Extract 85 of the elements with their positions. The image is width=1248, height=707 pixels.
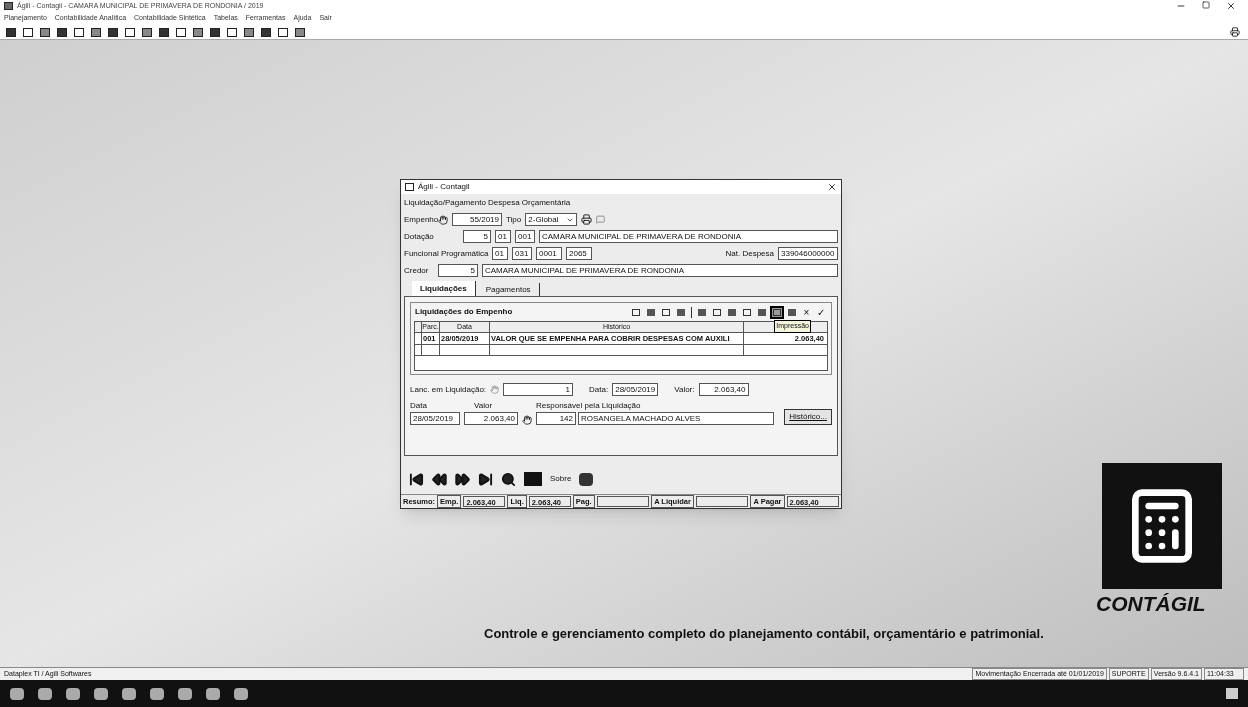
field-label: Nat. Despesa [725, 247, 774, 260]
input-field[interactable]: 01 [495, 230, 511, 243]
input-field[interactable]: 5 [438, 264, 478, 277]
hand-icon[interactable] [522, 415, 532, 425]
tab[interactable]: Liquidações [412, 281, 476, 296]
slogan: Controle e gerenciamento completo do planejamento contábil, orçamentário e patrimonial. [484, 625, 1044, 643]
input-field[interactable]: 2065 [566, 247, 592, 260]
app-icon [4, 2, 13, 10]
field-label: Responsável pela Liquidação [536, 400, 642, 412]
tool-button[interactable] [770, 305, 784, 319]
last-icon[interactable] [478, 471, 493, 487]
toolbar-button[interactable] [123, 25, 137, 39]
dialog-title: Ágili - Contagil [418, 181, 470, 193]
toolbar-button[interactable] [55, 25, 69, 39]
field-label: Funcional Programática [404, 247, 488, 260]
toolbar-button[interactable] [208, 25, 222, 39]
prev-icon[interactable] [432, 471, 447, 487]
input-field[interactable]: 001 [515, 230, 535, 243]
toolbar-button[interactable] [276, 25, 290, 39]
next-icon[interactable] [455, 471, 470, 487]
input-field[interactable]: 0001 [536, 247, 562, 260]
input-field[interactable]: 031 [512, 247, 532, 260]
brand-name: CONTÁGIL [1096, 591, 1206, 617]
historico-button[interactable]: Histórico... [784, 409, 832, 425]
toolbar-button[interactable] [72, 25, 86, 39]
toolbar-button[interactable] [4, 25, 18, 39]
toolbar-button[interactable] [21, 25, 35, 39]
field-label: Data: [589, 383, 609, 396]
field-label: Valor: [674, 383, 695, 396]
input-field[interactable]: 339046000000 [778, 247, 838, 260]
taskbar-icon[interactable] [38, 687, 52, 700]
summary-value [596, 496, 650, 507]
toolbar-button[interactable] [225, 25, 239, 39]
input-field[interactable]: CAMARA MUNICIPAL DE PRIMAVERA DE RONDONIA [539, 230, 838, 243]
taskbar-icon[interactable] [94, 687, 108, 700]
toolbar-button[interactable] [174, 25, 188, 39]
taskbar-icon[interactable] [10, 687, 24, 700]
field-label: Valor [473, 400, 494, 412]
input-field[interactable]: CAMARA MUNICIPAL DE PRIMAVERA DE RONDONIA [482, 264, 838, 277]
taskbar-icon[interactable] [150, 687, 164, 700]
taskbar-icon[interactable] [206, 687, 220, 700]
toolbar-button[interactable] [106, 25, 120, 39]
summary-value [695, 496, 749, 507]
field-label: Data [410, 400, 428, 412]
close-icon[interactable] [1226, 1, 1236, 11]
search-icon[interactable] [501, 471, 516, 487]
input-field[interactable]: 2.063,40 [464, 412, 518, 425]
group-title: Liquidação/Pagamento Despesa Orçamentária [404, 197, 572, 209]
input-field[interactable]: ROSANGELA MACHADO ALVES [578, 412, 775, 425]
taskbar-icon[interactable] [66, 687, 80, 700]
printer-icon[interactable] [1230, 27, 1240, 37]
toolbar-button[interactable] [89, 25, 103, 39]
toolbar-button[interactable] [242, 25, 256, 39]
about-link[interactable]: Sobre [550, 473, 572, 485]
close-icon[interactable] [827, 182, 837, 192]
toolbar-button[interactable] [191, 25, 205, 39]
input-field[interactable]: 2.063,40 [698, 383, 749, 396]
app-icon [405, 183, 414, 191]
input-field[interactable]: 55/2019 [452, 213, 502, 226]
input-field[interactable]: 01 [492, 247, 508, 260]
field-label: Tipo [506, 213, 522, 226]
field-label: Lanc. em Liquidação: [410, 383, 487, 396]
tool-button[interactable]: ✓ [814, 304, 827, 320]
input-field[interactable]: 28/05/2019 [612, 383, 659, 396]
taskbar-icon[interactable] [178, 687, 192, 700]
toolbar-button[interactable] [293, 25, 307, 39]
input-field[interactable]: 1 [503, 383, 574, 396]
maximize-icon[interactable] [1202, 1, 1210, 9]
field-label: Dotação [404, 230, 435, 243]
field-label: Credor [404, 264, 430, 277]
tool-button[interactable]: × [800, 304, 813, 320]
input-field[interactable]: 5 [463, 230, 491, 243]
printer-icon[interactable] [581, 214, 593, 225]
tipo-dropdown[interactable]: 2-Global [525, 213, 578, 226]
hand-icon[interactable] [438, 214, 448, 225]
taskbar-icon[interactable] [234, 687, 248, 700]
input-field[interactable]: 28/05/2019 [410, 412, 460, 425]
toolbar-button[interactable] [259, 25, 273, 39]
panel-title: Liquidações do Empenho [415, 306, 513, 318]
first-icon[interactable] [409, 471, 424, 487]
toolbar-button[interactable] [157, 25, 171, 39]
toolbar-button[interactable] [140, 25, 154, 39]
taskbar-icon[interactable] [122, 687, 136, 700]
input-field[interactable]: 142 [536, 412, 576, 425]
toolbar-button[interactable] [38, 25, 52, 39]
